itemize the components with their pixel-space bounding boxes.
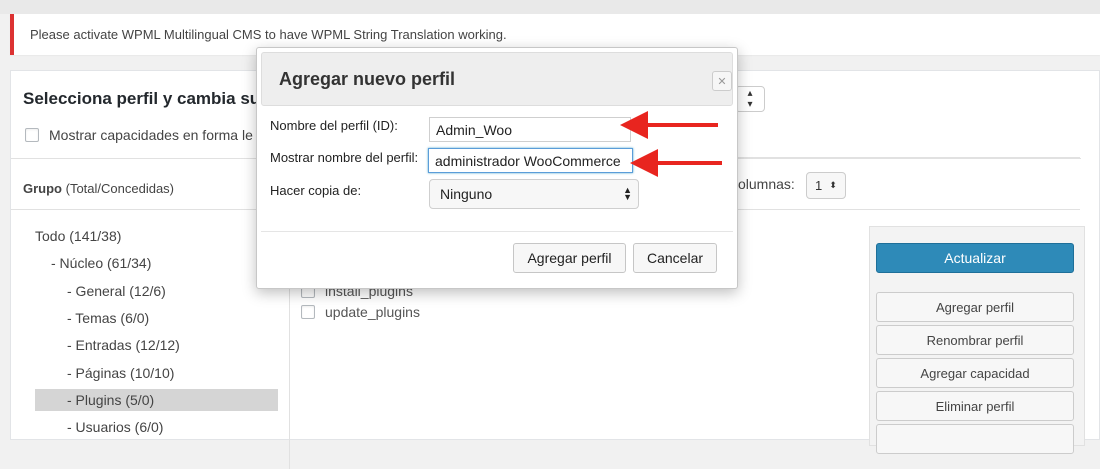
group-suffix: (Total/Concedidas) bbox=[65, 181, 175, 196]
copy-from-select[interactable]: Ninguno ▲ ▼ bbox=[429, 179, 639, 209]
divider bbox=[11, 209, 289, 210]
select-arrows-icon: ▴ ▾ bbox=[747, 88, 753, 110]
tree-item-general[interactable]: - General (12/6) bbox=[67, 280, 166, 302]
columns-select[interactable]: 1 ⬍ bbox=[806, 172, 846, 199]
dialog-divider bbox=[261, 231, 733, 232]
role-id-label: Nombre del perfil (ID): bbox=[270, 118, 398, 133]
annotation-arrow-icon bbox=[630, 149, 722, 177]
tree-item-themes[interactable]: - Temas (6/0) bbox=[67, 307, 149, 329]
group-label: Grupo bbox=[23, 181, 62, 196]
add-role-button[interactable]: Agregar perfil bbox=[876, 292, 1074, 322]
annotation-arrow-icon bbox=[620, 111, 718, 139]
capability-checkbox[interactable] bbox=[301, 305, 315, 319]
role-display-name-label: Mostrar nombre del perfil: bbox=[270, 150, 419, 165]
close-icon: ✕ bbox=[717, 75, 727, 88]
tree-item-plugins[interactable]: - Plugins (5/0) bbox=[35, 389, 278, 411]
capability-row: update_plugins bbox=[301, 304, 420, 320]
copy-from-label: Hacer copia de: bbox=[270, 183, 362, 198]
columns-value: 1 bbox=[815, 178, 823, 193]
dialog-header: Agregar nuevo perfil ✕ bbox=[261, 52, 733, 106]
tree-item-users[interactable]: - Usuarios (6/0) bbox=[67, 416, 163, 438]
group-heading: Grupo (Total/Concedidas) bbox=[23, 181, 174, 196]
close-button[interactable]: ✕ bbox=[712, 71, 732, 91]
copy-from-value: Ninguno bbox=[440, 186, 493, 202]
show-caps-checkbox[interactable] bbox=[25, 128, 39, 142]
columns-label: olumnas: bbox=[738, 176, 795, 192]
rename-role-button[interactable]: Renombrar perfil bbox=[876, 325, 1074, 355]
delete-role-button[interactable]: Eliminar perfil bbox=[876, 391, 1074, 421]
add-capability-button[interactable]: Agregar capacidad bbox=[876, 358, 1074, 388]
divider bbox=[736, 157, 1080, 158]
notice-text: Please activate WPML Multilingual CMS to… bbox=[30, 27, 507, 42]
top-strip bbox=[0, 0, 1100, 14]
dialog-cancel-button[interactable]: Cancelar bbox=[633, 243, 717, 273]
role-select-partial[interactable]: ▴ ▾ bbox=[735, 86, 765, 112]
select-arrows-icon: ▲ ▼ bbox=[623, 185, 632, 202]
update-button[interactable]: Actualizar bbox=[876, 243, 1074, 273]
capability-label: update_plugins bbox=[325, 304, 420, 320]
tree-item-posts[interactable]: - Entradas (12/12) bbox=[67, 334, 180, 356]
tree-item-core[interactable]: - Núcleo (61/34) bbox=[51, 252, 151, 274]
show-caps-label: Mostrar capacidades en forma le bbox=[49, 127, 253, 143]
dialog-add-role-button[interactable]: Agregar perfil bbox=[513, 243, 626, 273]
role-id-input[interactable] bbox=[429, 117, 631, 142]
tree-item-all[interactable]: Todo (141/38) bbox=[35, 225, 121, 247]
dialog-title: Agregar nuevo perfil bbox=[279, 69, 456, 89]
page-title: Selecciona perfil y cambia su bbox=[23, 89, 261, 108]
select-arrows-icon: ⬍ bbox=[829, 180, 837, 190]
tree-item-pages[interactable]: - Páginas (10/10) bbox=[67, 362, 174, 384]
role-display-name-input[interactable] bbox=[428, 148, 633, 173]
show-caps-row: Mostrar capacidades en forma le bbox=[25, 127, 253, 143]
